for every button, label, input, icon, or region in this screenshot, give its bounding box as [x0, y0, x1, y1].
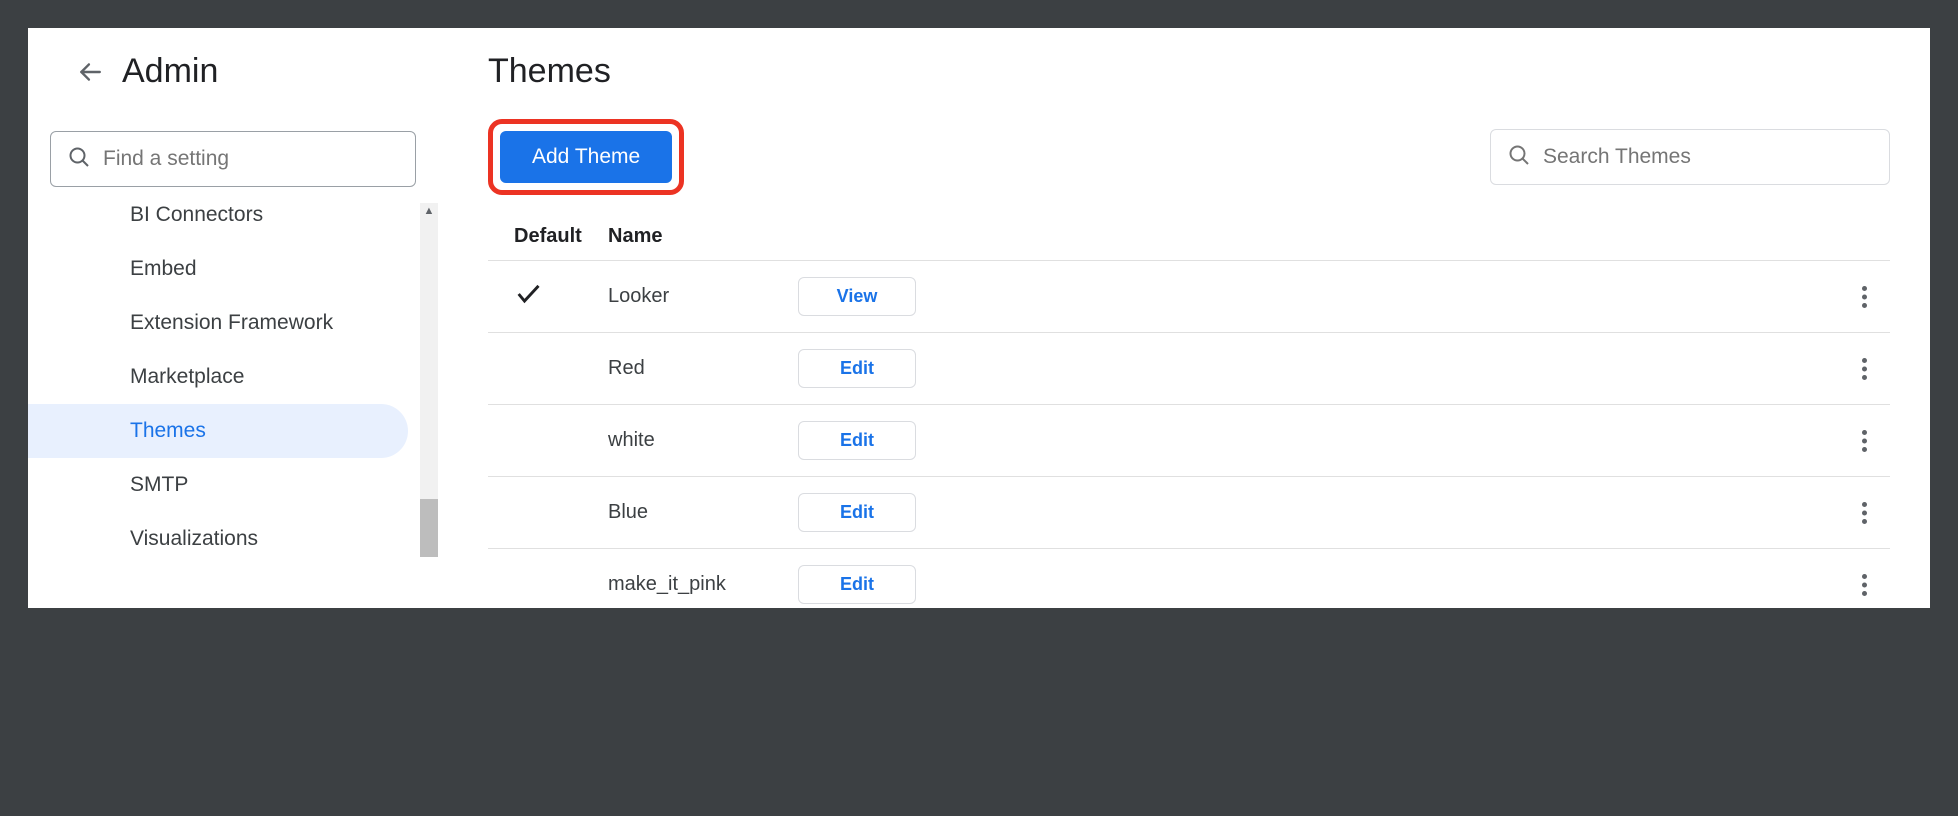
add-theme-highlight: Add Theme [488, 119, 684, 195]
search-icon [67, 145, 91, 174]
sidebar-item-label: SMTP [130, 473, 188, 496]
admin-title: Admin [122, 52, 218, 91]
scroll-up-icon[interactable]: ▲ [420, 203, 438, 219]
theme-name: Looker [608, 285, 798, 308]
sidebar-item-extension-framework[interactable]: Extension Framework [28, 296, 408, 350]
sidebar-item-label: Themes [130, 419, 206, 442]
sidebar-nav-list: BI Connectors Embed Extension Framework Mar… [28, 197, 438, 566]
column-name-header: Name [608, 225, 798, 248]
table-row: BlueEdit [488, 477, 1890, 549]
themes-table: Default Name LookerViewRedEditwhiteEditB… [488, 213, 1890, 608]
sidebar-scrollbar-thumb[interactable] [420, 499, 438, 557]
sidebar-item-label: BI Connectors [130, 203, 263, 226]
column-default-header: Default [488, 225, 608, 248]
sidebar-item-label: Marketplace [130, 365, 244, 388]
app-frame: Admin BI Connectors Embed Extension Framew… [28, 28, 1930, 608]
toolbar: Add Theme [488, 119, 1890, 195]
sidebar-item-smtp[interactable]: SMTP [28, 458, 408, 512]
sidebar-header: Admin [28, 52, 438, 131]
kebab-menu-icon[interactable] [1854, 355, 1874, 383]
sidebar-item-embed[interactable]: Embed [28, 242, 408, 296]
sidebar-item-label: Extension Framework [130, 311, 333, 334]
sidebar-item-label: Visualizations [130, 527, 258, 550]
sidebar-nav-scroll: BI Connectors Embed Extension Framework Mar… [28, 197, 438, 557]
theme-name: make_it_pink [608, 573, 798, 596]
edit-button[interactable]: Edit [798, 565, 916, 604]
edit-button[interactable]: Edit [798, 349, 916, 388]
edit-button[interactable]: Edit [798, 493, 916, 532]
add-theme-button[interactable]: Add Theme [500, 131, 672, 183]
main-content: Themes Add Theme Default Name LookerView… [438, 28, 1930, 608]
table-row: RedEdit [488, 333, 1890, 405]
kebab-menu-icon[interactable] [1854, 499, 1874, 527]
find-setting-search[interactable] [50, 131, 416, 187]
sidebar-item-bi-connectors[interactable]: BI Connectors [28, 197, 408, 242]
kebab-menu-icon[interactable] [1854, 283, 1874, 311]
check-icon [514, 291, 542, 313]
sidebar-scrollbar[interactable]: ▲ [420, 203, 438, 557]
theme-name: Blue [608, 501, 798, 524]
table-row: LookerView [488, 261, 1890, 333]
table-row: whiteEdit [488, 405, 1890, 477]
edit-button[interactable]: Edit [798, 421, 916, 460]
search-themes[interactable] [1490, 129, 1890, 185]
search-icon [1507, 143, 1531, 172]
view-button[interactable]: View [798, 277, 916, 316]
table-body: LookerViewRedEditwhiteEditBlueEditmake_i… [488, 261, 1890, 608]
find-setting-container [28, 131, 438, 197]
search-themes-input[interactable] [1543, 145, 1873, 169]
sidebar-item-visualizations[interactable]: Visualizations [28, 512, 408, 566]
page-title: Themes [488, 52, 1890, 91]
kebab-menu-icon[interactable] [1854, 427, 1874, 455]
find-setting-input[interactable] [103, 147, 399, 171]
theme-name: Red [608, 357, 798, 380]
sidebar-item-marketplace[interactable]: Marketplace [28, 350, 408, 404]
back-arrow-icon[interactable] [76, 58, 104, 86]
table-header: Default Name [488, 213, 1890, 261]
admin-sidebar: Admin BI Connectors Embed Extension Framew… [28, 28, 438, 608]
theme-name: white [608, 429, 798, 452]
default-cell [488, 280, 608, 314]
sidebar-item-label: Embed [130, 257, 197, 280]
table-row: make_it_pinkEdit [488, 549, 1890, 608]
sidebar-item-themes[interactable]: Themes [28, 404, 408, 458]
kebab-menu-icon[interactable] [1854, 571, 1874, 599]
